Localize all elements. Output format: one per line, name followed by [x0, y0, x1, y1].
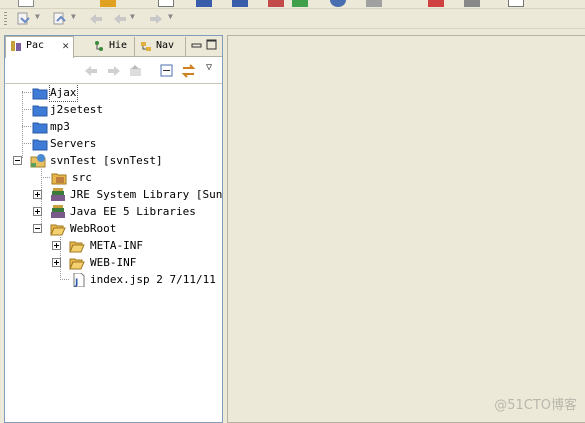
tree-item[interactable]: svnTest [svnTest] [5, 153, 222, 169]
search-icon[interactable] [158, 0, 174, 7]
previous-annotation-icon[interactable] [52, 12, 68, 26]
hierarchy-icon [95, 41, 103, 51]
expand-icon[interactable] [52, 241, 61, 250]
view-icon[interactable] [464, 0, 480, 7]
tab-package-explorer[interactable]: Pac ✕ [5, 36, 74, 58]
tree-item[interactable]: JRE System Library [Sun J [5, 187, 222, 203]
next-annotation-icon[interactable] [16, 12, 32, 26]
expand-icon[interactable] [52, 258, 61, 267]
tree-item-label: Java EE 5 Libraries [70, 205, 196, 218]
tree-item[interactable]: Ajax [5, 85, 222, 102]
collapse-all-icon[interactable] [160, 64, 175, 78]
main-toolbar: ▼ ▼ ▼ ▼ [0, 9, 585, 29]
chevron-down-icon[interactable]: ▼ [71, 12, 76, 21]
debug-icon[interactable] [196, 0, 212, 7]
package-explorer-icon [11, 41, 21, 51]
package-explorer-view: Pac ✕ Hie Nav ▽ Ajax j2setest mp3 Server… [4, 35, 223, 423]
tab-label: Nav [156, 40, 175, 51]
folder-icon [69, 241, 85, 253]
tree-item[interactable]: src [5, 170, 222, 186]
jsp-file-icon: J [73, 273, 85, 287]
tab-hierarchy[interactable]: Hie [89, 37, 135, 57]
globe-icon[interactable] [330, 0, 346, 7]
tree-item[interactable]: mp3 [5, 119, 222, 135]
annotation-icon[interactable] [366, 0, 382, 7]
view-menu-icon[interactable]: ▽ [206, 62, 212, 73]
folder-icon [32, 88, 48, 100]
library-icon [51, 188, 65, 201]
tree-item-label: Ajax [49, 85, 78, 102]
last-edit-icon[interactable] [88, 12, 104, 26]
chevron-down-icon[interactable]: ▼ [130, 12, 135, 21]
folder-icon [69, 258, 85, 270]
deploy-icon[interactable] [268, 0, 284, 7]
tree-item-label: JRE System Library [Sun J [70, 188, 222, 201]
tree-item[interactable]: WEB-INF [5, 255, 222, 271]
forward-icon[interactable] [106, 64, 121, 78]
forward-icon[interactable] [148, 12, 164, 26]
tree-item[interactable]: j2setest [5, 102, 222, 118]
tab-label: Hie [109, 40, 128, 51]
expand-icon[interactable] [33, 207, 42, 216]
navigator-icon [141, 42, 151, 51]
expand-icon[interactable] [33, 190, 42, 199]
minimize-icon[interactable] [191, 39, 202, 50]
tree-item[interactable]: WebRoot [5, 221, 222, 237]
editor-area[interactable]: @51CTO博客 [227, 35, 585, 423]
open-folder-icon [50, 224, 66, 236]
folder-icon [32, 122, 48, 134]
tree-item[interactable]: META-INF [5, 238, 222, 254]
source-folder-icon [51, 173, 67, 185]
server-icon[interactable] [292, 0, 308, 7]
tool-icon[interactable] [100, 0, 116, 7]
tree-item-label: WebRoot [70, 222, 117, 235]
maximize-icon[interactable] [206, 39, 217, 50]
folder-icon [32, 139, 48, 151]
window-icon[interactable] [508, 0, 524, 7]
tree-item[interactable]: J index.jsp 2 7/11/11 2 [5, 272, 222, 288]
tab-navigator[interactable]: Nav [136, 37, 186, 57]
view-tab-bar: Pac ✕ Hie Nav [5, 36, 222, 58]
watermark: @51CTO博客 [494, 398, 577, 413]
chevron-down-icon[interactable]: ▼ [168, 12, 173, 21]
collapse-icon[interactable] [13, 156, 22, 165]
toolbar-grip[interactable] [4, 12, 7, 26]
tree-item-label: svnTest [svnTest] [50, 154, 163, 167]
link-with-editor-icon[interactable] [181, 64, 196, 78]
tree-item[interactable]: Java EE 5 Libraries [5, 204, 222, 220]
tree-item[interactable]: Servers [5, 136, 222, 152]
tree-item-label: j2setest [50, 103, 103, 116]
tree-item-label: mp3 [50, 120, 70, 133]
project-tree: Ajax j2setest mp3 Servers svnTest [svnTe… [5, 85, 222, 422]
tree-item-label: Servers [50, 137, 97, 150]
tree-item-label: src [72, 171, 92, 184]
tab-label: Pac [26, 40, 45, 51]
folder-icon [32, 105, 48, 117]
back-icon[interactable] [112, 12, 128, 26]
tree-item-label: index.jsp 2 7/11/11 2 [90, 273, 222, 286]
web-project-icon [30, 154, 46, 168]
view-toolbar: ▽ [5, 58, 222, 84]
tree-item-label: WEB-INF [90, 256, 137, 269]
run-icon[interactable] [232, 0, 248, 7]
new-icon[interactable] [18, 0, 34, 7]
main-toolbar-top [0, 0, 585, 9]
back-icon[interactable] [84, 64, 99, 78]
chart-icon[interactable] [428, 0, 444, 7]
chevron-down-icon[interactable]: ▼ [35, 12, 40, 21]
up-icon[interactable] [128, 64, 143, 78]
tree-item-label: META-INF [90, 239, 143, 252]
library-icon [51, 205, 65, 218]
collapse-icon[interactable] [33, 224, 42, 233]
svg-text:J: J [74, 278, 78, 287]
close-icon[interactable]: ✕ [62, 37, 69, 55]
